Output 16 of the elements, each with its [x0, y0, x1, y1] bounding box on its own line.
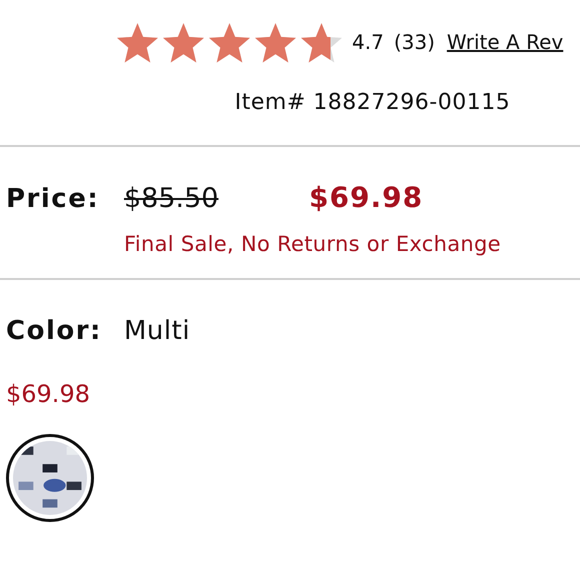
star-icon — [115, 20, 160, 64]
rating-score: 4.7 — [352, 30, 384, 54]
write-review-link[interactable]: Write A Rev — [446, 30, 564, 54]
price-label: Price: — [6, 184, 100, 214]
star-icon — [207, 20, 252, 64]
color-value: Multi — [124, 316, 190, 346]
swatch-price: $69.98 — [6, 380, 91, 408]
original-price: $85.50 — [124, 183, 220, 214]
review-count: (33) — [394, 30, 435, 54]
item-number: Item# 18827296-00115 — [234, 90, 512, 115]
star-icon — [253, 20, 298, 64]
star-icon — [161, 20, 206, 64]
star-icon — [299, 20, 344, 64]
color-label: Color: — [6, 316, 103, 346]
sale-price: $69.98 — [309, 181, 424, 214]
final-sale-notice: Final Sale, No Returns or Exchange — [124, 232, 502, 256]
